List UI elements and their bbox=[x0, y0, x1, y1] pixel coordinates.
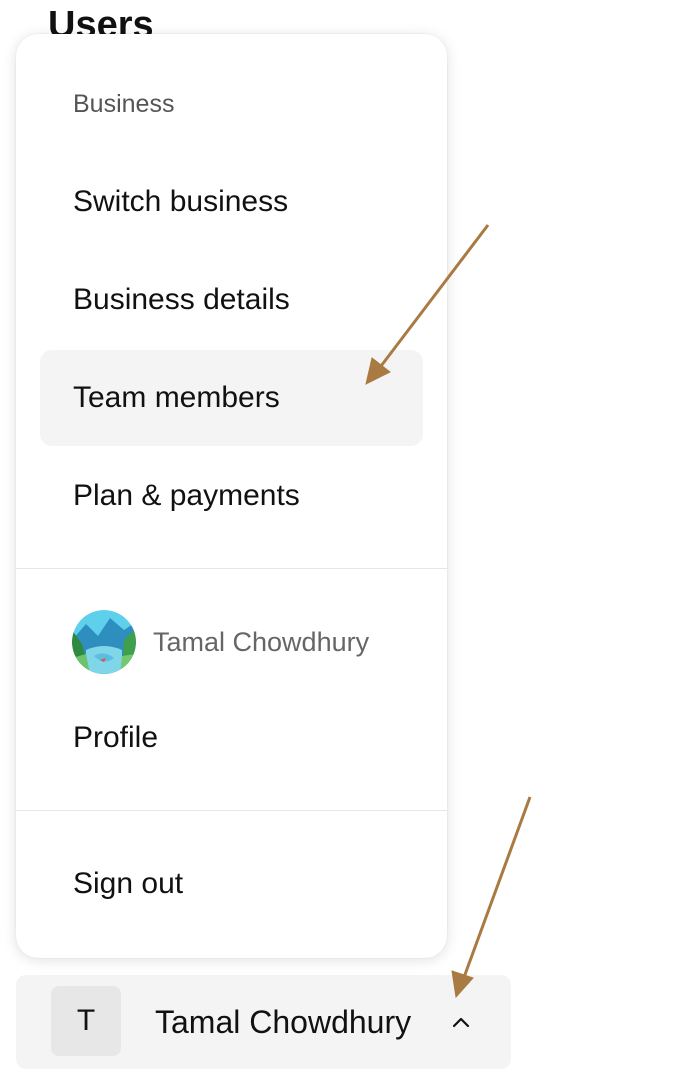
menu-item-team-members[interactable]: Team members bbox=[40, 350, 423, 446]
menu-item-sign-out[interactable]: Sign out bbox=[40, 836, 423, 932]
menu-item-business-details[interactable]: Business details bbox=[40, 252, 423, 348]
avatar: T bbox=[51, 986, 121, 1056]
chevron-up-icon bbox=[452, 1017, 470, 1028]
landscape-avatar-icon bbox=[72, 610, 136, 674]
menu-item-label: Sign out bbox=[73, 867, 184, 900]
menu-item-label: Team members bbox=[73, 381, 280, 414]
menu-item-label: Plan & payments bbox=[73, 479, 300, 512]
avatar-initial: T bbox=[76, 1004, 96, 1037]
user-account-button[interactable]: T Tamal Chowdhury bbox=[16, 975, 511, 1069]
menu-section-label: Business bbox=[73, 90, 175, 118]
menu-item-plan-payments[interactable]: Plan & payments bbox=[40, 448, 423, 544]
user-name: Tamal Chowdhury bbox=[155, 1003, 412, 1040]
account-dropdown-menu: Business Switch business Business detail… bbox=[16, 34, 447, 958]
profile-header: Tamal Chowdhury bbox=[72, 610, 369, 674]
menu-item-label: Profile bbox=[73, 721, 159, 754]
menu-item-profile[interactable]: Profile bbox=[40, 690, 423, 786]
profile-name: Tamal Chowdhury bbox=[153, 626, 370, 657]
menu-item-label: Business details bbox=[73, 283, 290, 316]
menu-item-switch-business[interactable]: Switch business bbox=[40, 154, 423, 250]
menu-divider bbox=[16, 810, 447, 811]
menu-divider bbox=[16, 568, 447, 569]
annotation-arrow-user-button bbox=[451, 796, 532, 999]
menu-item-label: Switch business bbox=[73, 185, 289, 218]
